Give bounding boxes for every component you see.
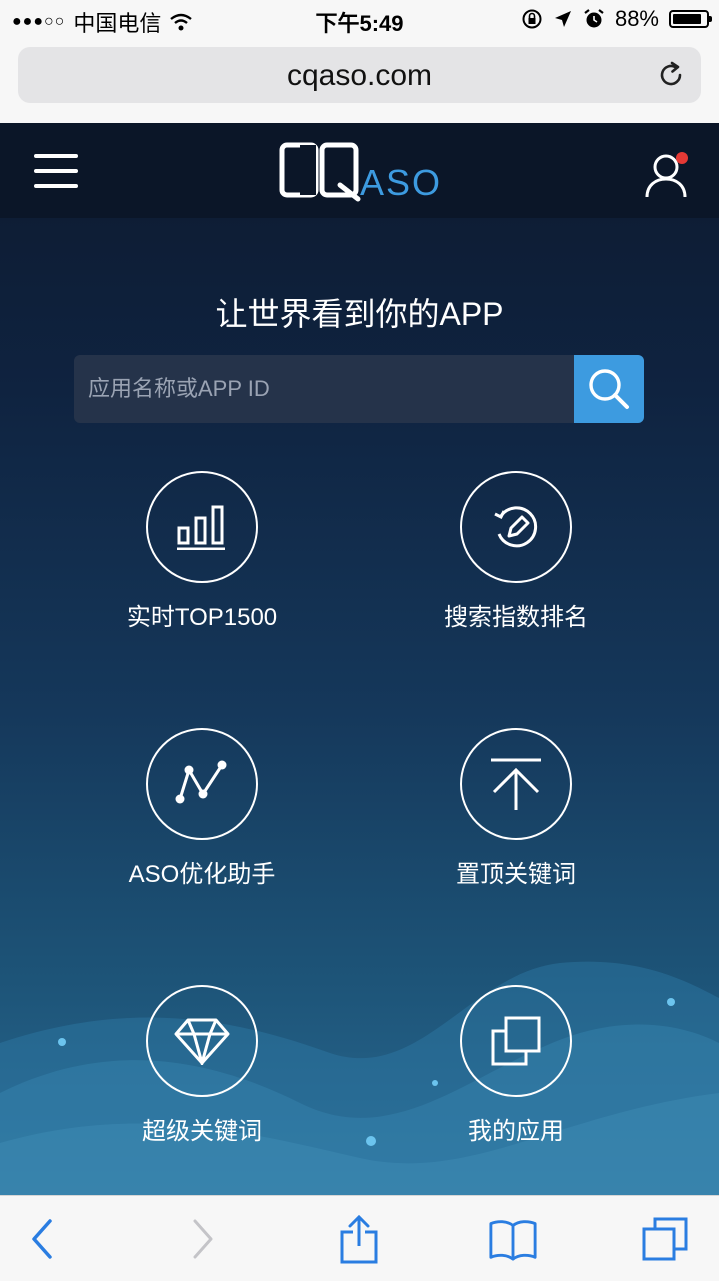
svg-text:ASO: ASO: [360, 162, 442, 203]
tile-label: 置顶关键词: [456, 861, 576, 888]
bookmarks-button[interactable]: [488, 1214, 538, 1264]
back-arrow-icon: [32, 1219, 52, 1259]
location-icon: [554, 11, 571, 27]
menu-icon[interactable]: [34, 154, 78, 188]
tile-label: 搜索指数排名: [444, 604, 588, 631]
forward-button[interactable]: [178, 1214, 228, 1264]
tile-top1500[interactable]: 实时TOP1500: [72, 471, 332, 671]
hero-tagline: 让世界看到你的APP: [215, 296, 504, 332]
share-button[interactable]: [334, 1214, 384, 1264]
site-header: ASO: [0, 123, 719, 218]
diamond-icon: [174, 1018, 230, 1065]
search-icon: [589, 369, 629, 409]
tile-circle: [460, 728, 572, 840]
battery-percent: 88%: [614, 6, 659, 31]
trend-line-icon: [175, 760, 227, 804]
refresh-pen-icon: [494, 506, 538, 548]
tile-circle: [146, 728, 258, 840]
status-right: 88%: [521, 6, 712, 32]
tile-search-index[interactable]: 搜索指数排名: [386, 471, 646, 671]
forward-arrow-icon: [193, 1219, 213, 1259]
app-search-bar: [74, 355, 644, 423]
share-icon: [340, 1214, 378, 1264]
tile-circle: [146, 985, 258, 1097]
tile-label: ASO优化助手: [128, 861, 276, 888]
tabs-button[interactable]: [640, 1214, 690, 1264]
tabs-icon: [642, 1217, 688, 1261]
url-text[interactable]: cqaso.com: [18, 59, 701, 93]
tile-label: 我的应用: [468, 1118, 564, 1145]
book-icon: [489, 1220, 537, 1261]
tile-super-keywords[interactable]: 超级关键词: [72, 985, 332, 1185]
notification-dot: [676, 152, 688, 164]
search-button[interactable]: [574, 355, 644, 423]
tile-pinned-keywords[interactable]: 置顶关键词: [386, 728, 646, 928]
address-bar-area: cqaso.com: [0, 40, 719, 123]
web-page: ASO 让世界看到你的APP 实时TOP1500: [0, 123, 719, 1195]
cqaso-logo[interactable]: ASO: [278, 139, 464, 203]
tile-aso-assistant[interactable]: ASO优化助手: [72, 728, 332, 928]
bar-chart-icon: [177, 505, 225, 550]
browser-toolbar: [0, 1195, 719, 1281]
tile-my-apps[interactable]: 我的应用: [386, 985, 646, 1185]
tile-circle: [460, 985, 572, 1097]
back-button[interactable]: [17, 1214, 67, 1264]
battery-icon: [669, 10, 712, 28]
alarm-icon: [584, 9, 604, 28]
tile-label: 实时TOP1500: [126, 604, 278, 631]
status-bar: ●●●○○ 中国电信 下午5:49 88%: [0, 0, 719, 40]
reload-icon[interactable]: [655, 59, 687, 91]
copy-icon: [491, 1016, 541, 1066]
tile-circle: [460, 471, 572, 583]
battery-fill: [673, 14, 701, 24]
rotation-lock-icon: [522, 9, 542, 29]
search-input[interactable]: [74, 355, 574, 423]
address-bar[interactable]: cqaso.com: [18, 47, 701, 103]
pin-top-icon: [491, 758, 541, 810]
tile-circle: [146, 471, 258, 583]
tile-label: 超级关键词: [142, 1118, 262, 1145]
